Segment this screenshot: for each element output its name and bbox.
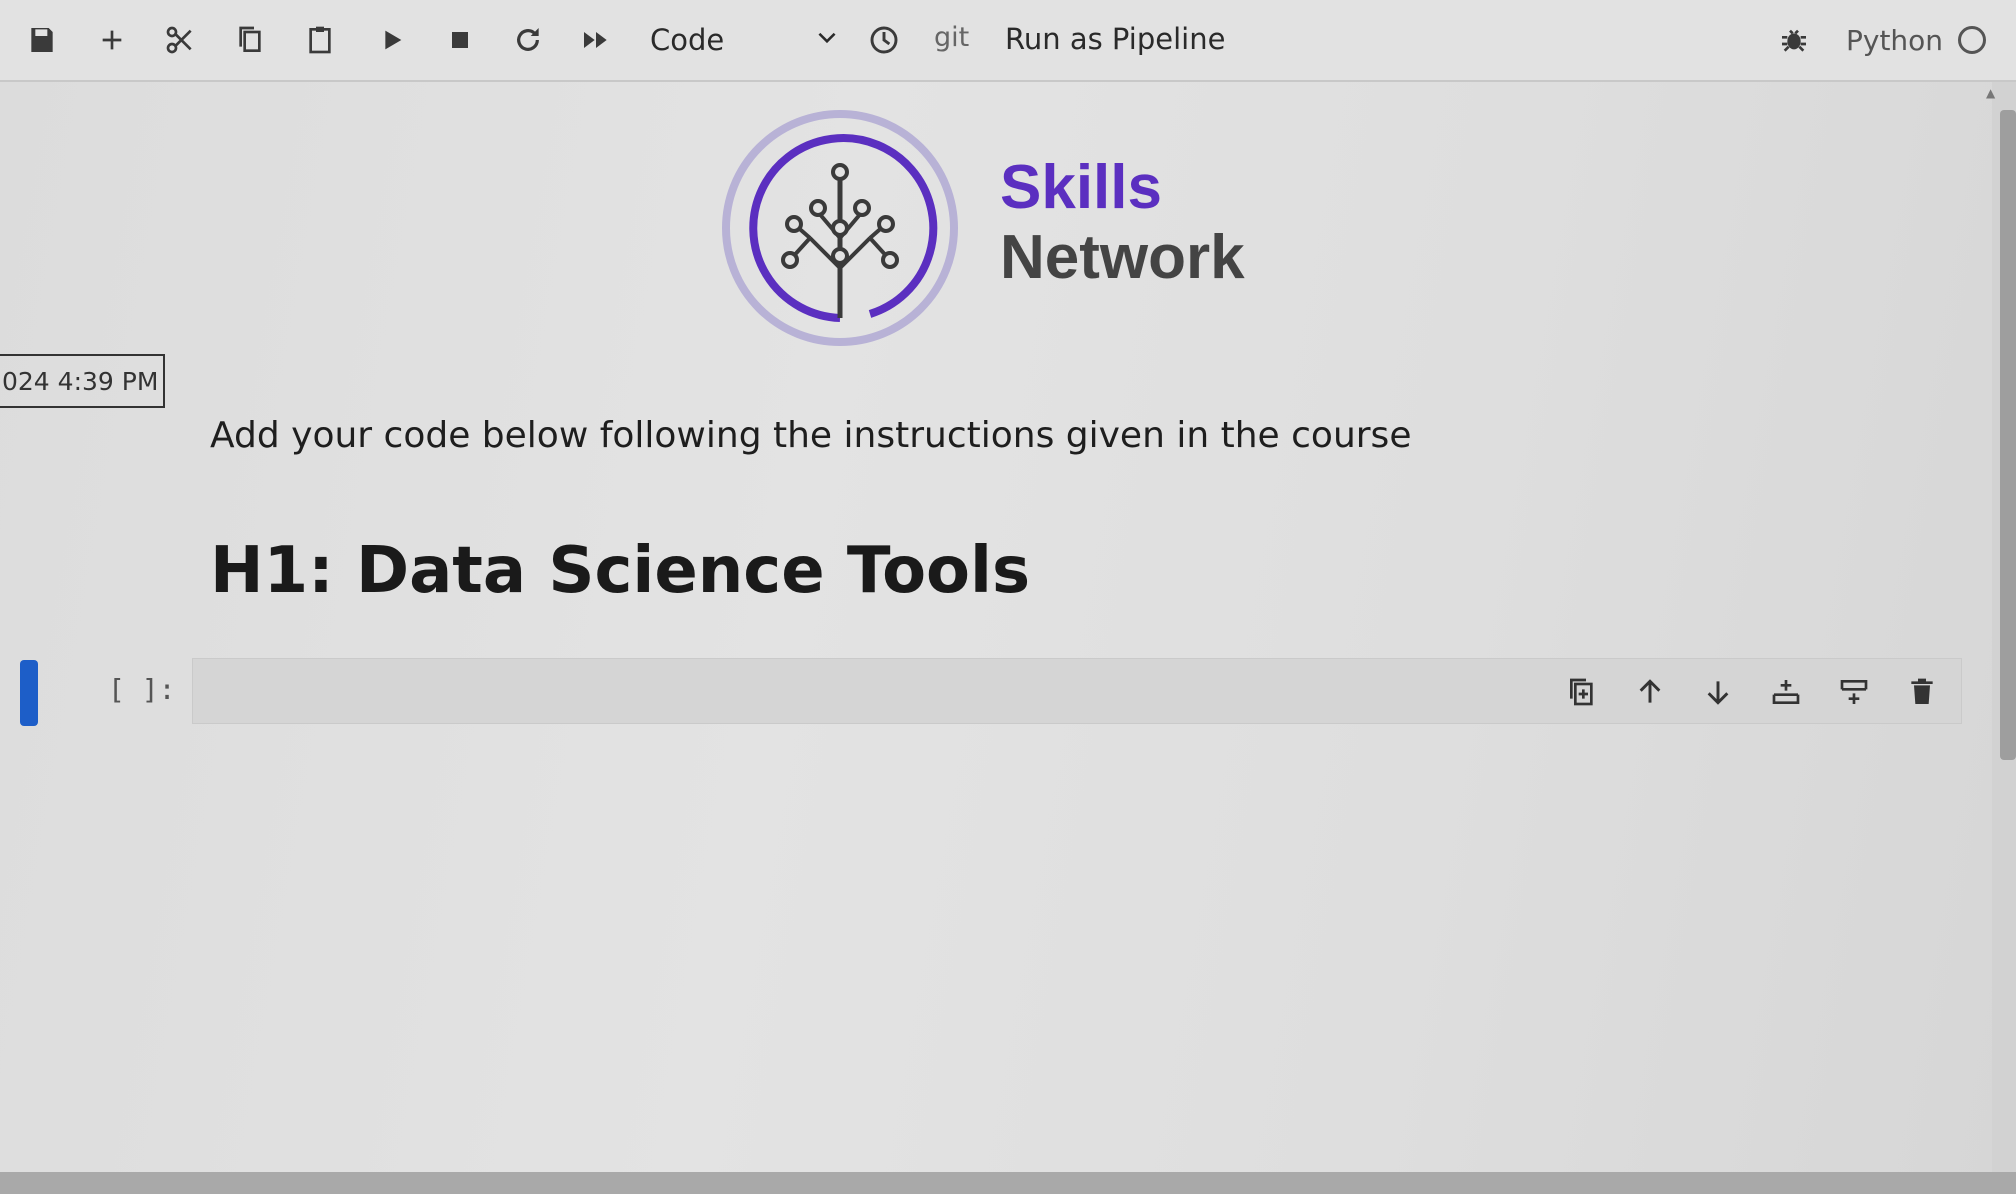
notebook-area: Skills Network 024 4:39 PM Add your code… (0, 82, 1990, 1172)
timestamp-tooltip: 024 4:39 PM (0, 354, 165, 408)
save-icon[interactable] (22, 18, 62, 62)
chevron-down-icon-svg (818, 32, 836, 44)
restart-icon-svg (517, 28, 539, 51)
history-icon[interactable] (864, 18, 904, 62)
duplicate-cell-icon[interactable] (1560, 670, 1604, 714)
move-down-icon[interactable] (1696, 670, 1740, 714)
bottom-edge (0, 1172, 2016, 1194)
insert-below-icon-svg (1840, 680, 1868, 704)
cell-type-select[interactable]: Code (650, 18, 840, 62)
chevron-down-icon (814, 23, 840, 57)
kernel-status-icon (1958, 26, 1986, 54)
run-icon-svg (385, 30, 402, 50)
cell-prompt: [ ]: (108, 673, 176, 706)
insert-above-icon-svg (1772, 680, 1800, 704)
move-up-icon-svg (1639, 679, 1661, 703)
screen: Code git Run as Pipeline Python Skills N… (0, 0, 2016, 1194)
restart-icon[interactable] (508, 18, 548, 62)
delete-icon-svg (1911, 678, 1933, 704)
notebook-toolbar: Code git Run as Pipeline Python (0, 0, 2016, 82)
timestamp-text: 024 4:39 PM (2, 366, 159, 396)
run-all-icon-svg (584, 32, 607, 48)
debugger-icon[interactable] (1774, 18, 1814, 62)
stop-icon[interactable] (440, 18, 480, 62)
cell-type-label: Code (650, 23, 725, 57)
cut-icon-svg (166, 26, 192, 54)
kernel-name[interactable]: Python (1846, 24, 1943, 57)
run-as-pipeline-button[interactable]: Run as Pipeline (1005, 22, 1225, 56)
cell-toolbar (1560, 670, 1944, 714)
skills-network-logo-svg (722, 110, 958, 346)
logo-text-skills: Skills (1000, 153, 1162, 222)
logo-text-network: Network (1000, 223, 1245, 292)
cut-icon[interactable] (160, 18, 200, 62)
stop-icon-svg (452, 32, 468, 48)
add-cell-icon-svg (102, 30, 122, 50)
copy-icon[interactable] (230, 18, 270, 62)
history-icon-svg (870, 26, 898, 54)
active-cell-marker[interactable] (20, 660, 38, 726)
skills-network-logo-icon (720, 108, 960, 348)
move-down-icon-svg (1707, 681, 1729, 705)
scroll-up-icon[interactable]: ▲ (1986, 86, 2000, 100)
paste-icon-svg (309, 26, 331, 54)
paste-icon[interactable] (300, 18, 340, 62)
run-icon[interactable] (372, 18, 412, 62)
duplicate-cell-icon-svg (1570, 678, 1593, 706)
add-cell-icon[interactable] (92, 18, 132, 62)
insert-above-icon[interactable] (1764, 670, 1808, 714)
git-button[interactable]: git (934, 22, 969, 53)
scrollbar-thumb[interactable] (2000, 110, 2016, 760)
run-all-icon[interactable] (576, 18, 616, 62)
move-up-icon[interactable] (1628, 670, 1672, 714)
copy-icon-svg (239, 26, 261, 52)
save-icon-svg (31, 28, 53, 52)
insert-below-icon[interactable] (1832, 670, 1876, 714)
markdown-heading: H1: Data Science Tools (210, 534, 1031, 608)
debugger-icon-svg (1782, 29, 1806, 52)
instructions-text: Add your code below following the instru… (210, 415, 1412, 456)
delete-icon[interactable] (1900, 670, 1944, 714)
